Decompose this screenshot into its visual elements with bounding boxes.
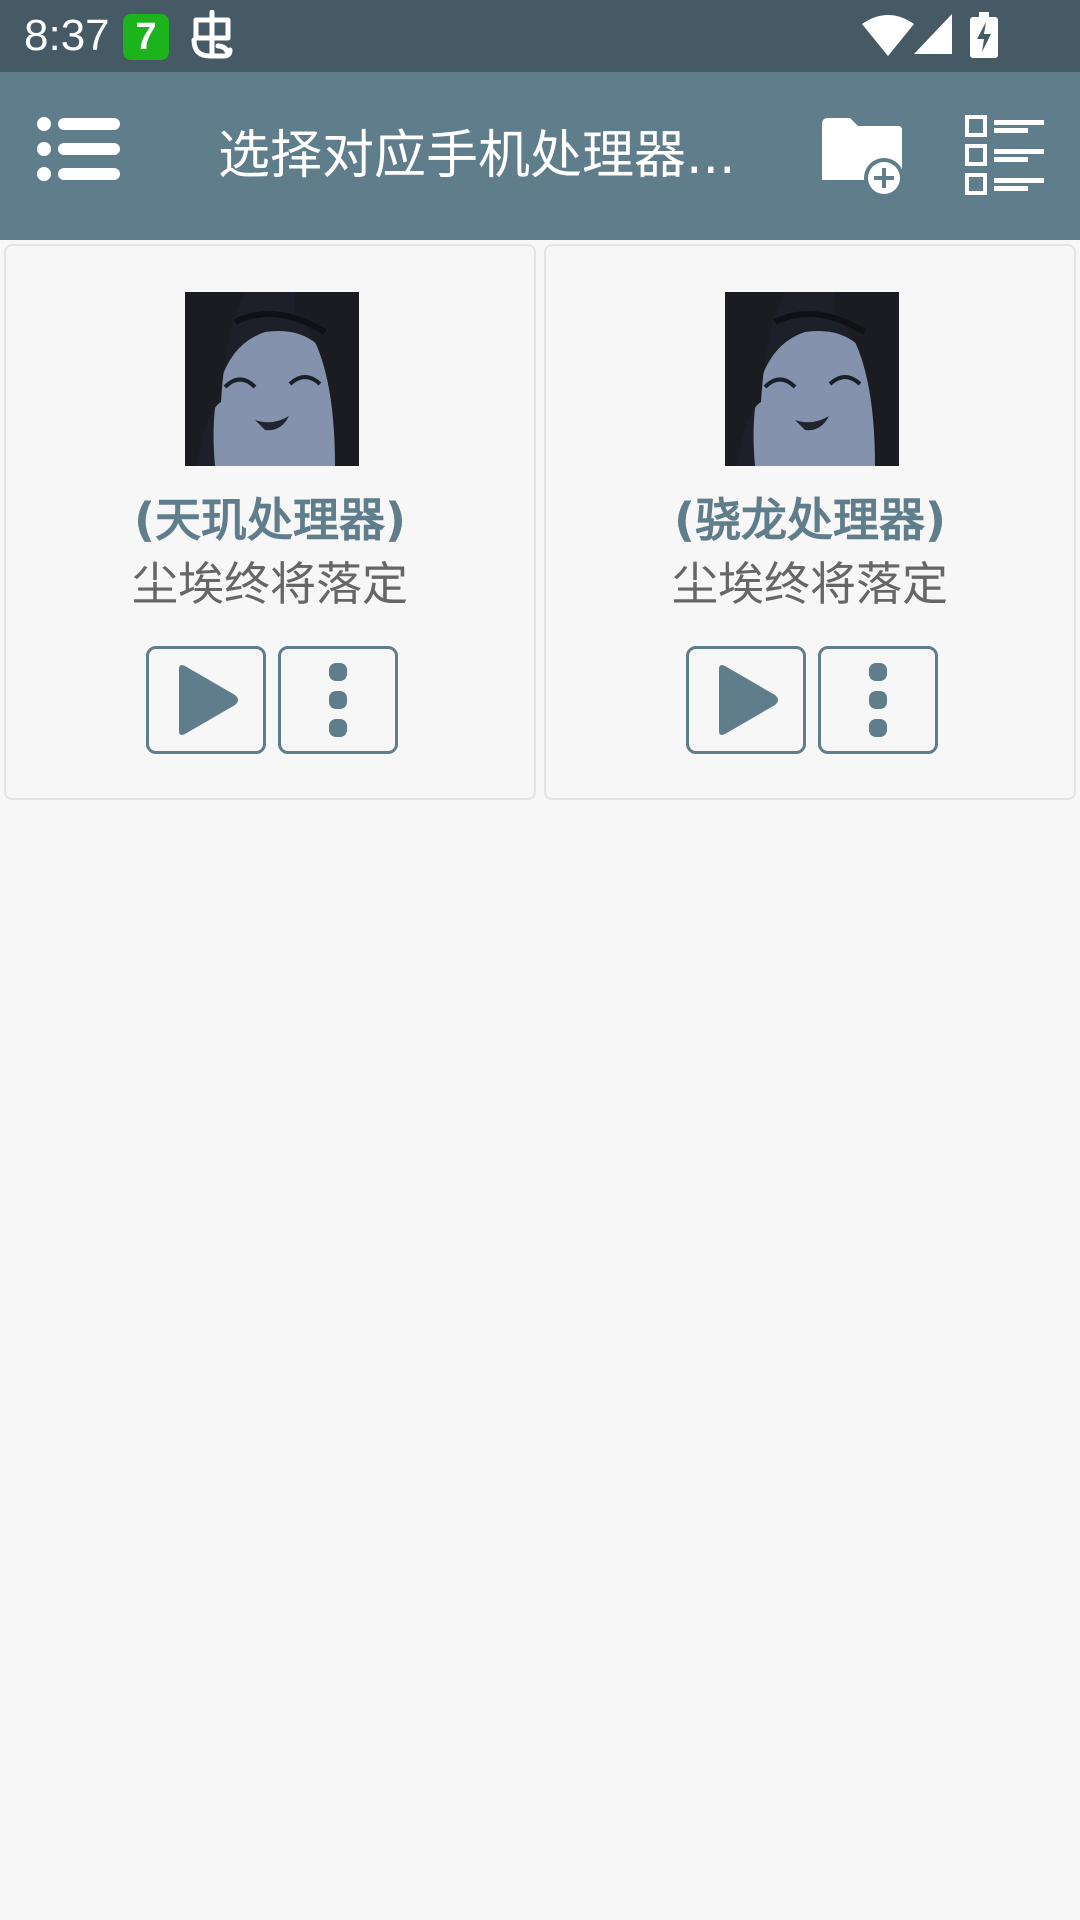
more-vert-icon <box>869 663 887 737</box>
card-snapdragon[interactable]: (骁龙处理器) 尘埃终将落定 <box>544 244 1076 800</box>
folder-add-icon[interactable] <box>820 116 908 200</box>
app-bar: 选择对应手机处理器... <box>0 72 1080 240</box>
card-tianji[interactable]: (天玑处理器) 尘埃终将落定 <box>4 244 536 800</box>
signal-icon <box>914 14 952 54</box>
more-options-button[interactable] <box>818 646 938 754</box>
card-title: (骁龙处理器) <box>673 493 947 547</box>
page-title: 选择对应手机处理器... <box>218 126 736 186</box>
wifi-icon <box>862 15 914 56</box>
list-view-icon[interactable] <box>964 114 1050 198</box>
card-thumbnail-avatar <box>725 292 899 466</box>
card-thumbnail-avatar <box>185 292 359 466</box>
card-actions <box>146 646 398 754</box>
bug-icon <box>191 10 233 59</box>
menu-list-icon[interactable] <box>36 116 126 196</box>
play-icon <box>179 665 238 735</box>
status-bar: 8:37 7 <box>0 0 1080 72</box>
card-title: (天玑处理器) <box>133 493 407 547</box>
status-time: 8:37 <box>24 11 110 60</box>
card-actions <box>686 646 938 754</box>
card-subtitle: 尘埃终将落定 <box>672 557 948 611</box>
play-button[interactable] <box>686 646 806 754</box>
card-subtitle: 尘埃终将落定 <box>132 557 408 611</box>
more-options-button[interactable] <box>278 646 398 754</box>
play-button[interactable] <box>146 646 266 754</box>
app-7-icon: 7 <box>123 14 169 60</box>
more-vert-icon <box>329 663 347 737</box>
play-icon <box>719 665 778 735</box>
battery-charging-icon <box>970 12 998 58</box>
